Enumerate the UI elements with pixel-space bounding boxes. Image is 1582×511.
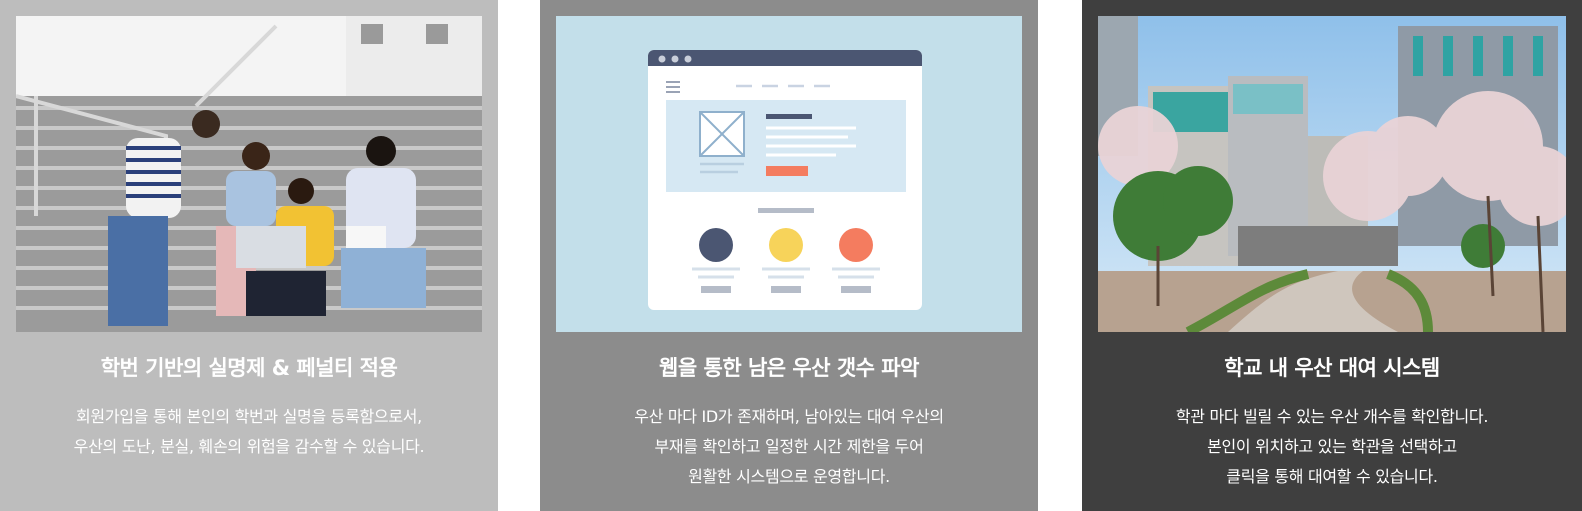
description-line: 회원가입을 통해 본인의 학번과 실명을 등록함으로서, xyxy=(76,407,422,426)
description-line: 본인이 위치하고 있는 학관을 선택하고 xyxy=(1207,437,1457,456)
campus-building-photo xyxy=(1098,16,1566,332)
students-on-stairs-photo xyxy=(16,16,482,332)
feature-card-umbrella-count: 웹을 통한 남은 우산 갯수 파악 우산 마다 ID가 존재하며, 남아있는 대… xyxy=(540,0,1038,511)
card-description: 회원가입을 통해 본인의 학번과 실명을 등록함으로서, 우산의 도난, 분실,… xyxy=(0,402,498,462)
description-line: 원활한 시스템으로 운영합니다. xyxy=(688,467,890,486)
feature-card-campus-rental: 학교 내 우산 대여 시스템 학관 마다 빌릴 수 있는 우산 개수를 확인합니… xyxy=(1082,0,1582,511)
description-line: 클릭을 통해 대여할 수 있습니다. xyxy=(1226,467,1438,486)
card-description: 우산 마다 ID가 존재하며, 남아있는 대여 우산의 부재를 확인하고 일정한… xyxy=(540,402,1038,492)
website-wireframe-illustration xyxy=(556,16,1022,332)
description-line: 학관 마다 빌릴 수 있는 우산 개수를 확인합니다. xyxy=(1175,407,1489,426)
card-description: 학관 마다 빌릴 수 있는 우산 개수를 확인합니다. 본인이 위치하고 있는 … xyxy=(1082,402,1582,492)
card-title: 학번 기반의 실명제 & 페널티 적용 xyxy=(100,356,398,380)
card-title: 웹을 통한 남은 우산 갯수 파악 xyxy=(659,356,919,380)
description-line: 우산 마다 ID가 존재하며, 남아있는 대여 우산의 xyxy=(634,407,944,426)
description-line: 부재를 확인하고 일정한 시간 제한을 두어 xyxy=(654,437,924,456)
feature-card-real-name: 학번 기반의 실명제 & 페널티 적용 회원가입을 통해 본인의 학번과 실명을… xyxy=(0,0,498,511)
card-title: 학교 내 우산 대여 시스템 xyxy=(1224,356,1440,380)
description-line: 우산의 도난, 분실, 훼손의 위험을 감수할 수 있습니다. xyxy=(73,437,425,456)
